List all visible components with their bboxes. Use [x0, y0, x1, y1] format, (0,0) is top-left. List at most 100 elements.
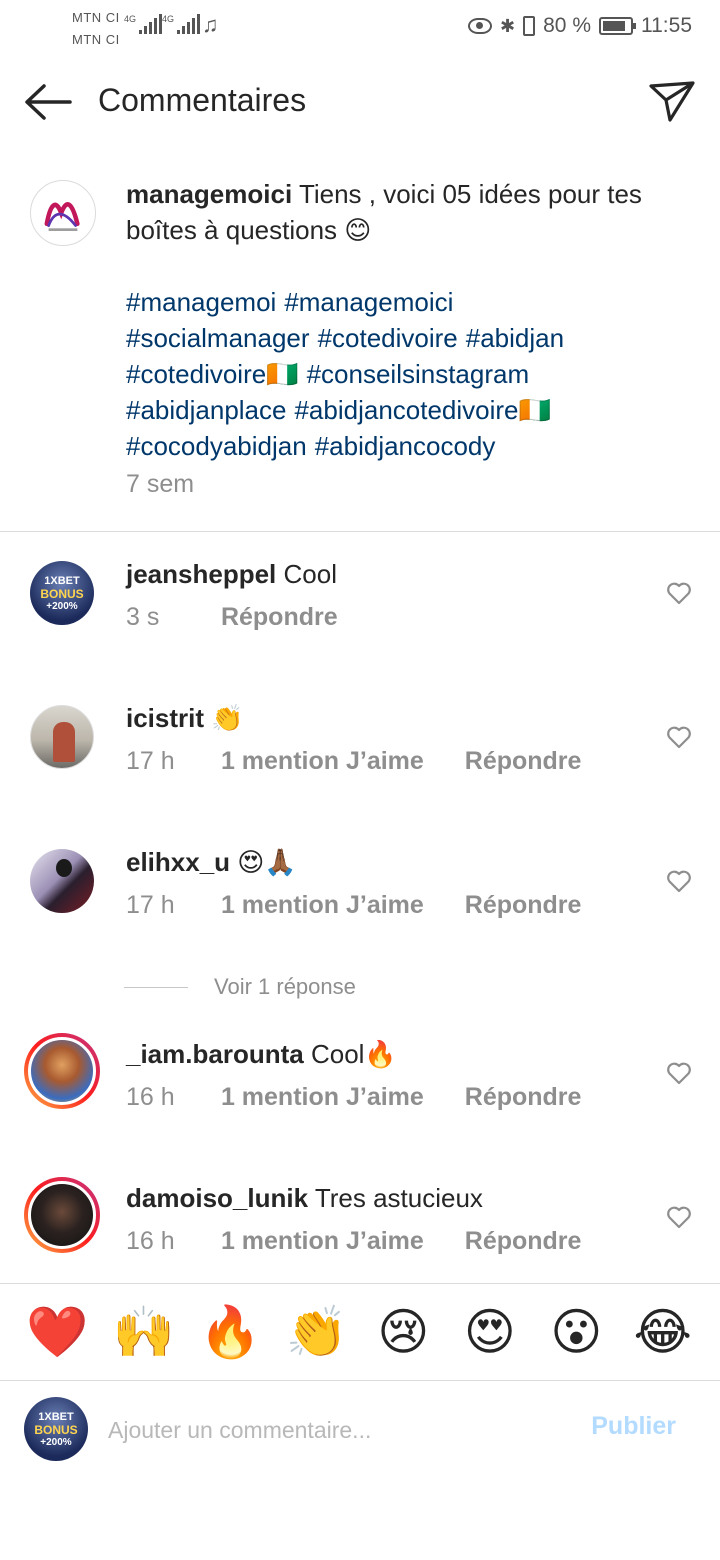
header: Commentaires — [0, 64, 720, 140]
comment-text: 😍🙏🏾 — [237, 847, 297, 877]
hashtag[interactable]: #abidjancocody — [315, 431, 496, 461]
view-replies-label: Voir 1 réponse — [214, 974, 356, 999]
like-heart-icon[interactable] — [666, 581, 692, 605]
avatar-person-image — [56, 859, 72, 877]
comment-text: Cool — [283, 559, 337, 589]
hashtag[interactable]: #conseilsinstagram — [307, 359, 530, 389]
like-heart-icon[interactable] — [666, 1205, 692, 1229]
avatar-promo-image: 1XBET — [44, 574, 80, 587]
hashtag[interactable]: #managemoi — [126, 287, 276, 317]
avatar: 1XBET BONUS +200% — [24, 1397, 88, 1461]
carrier-2: MTN CI — [72, 32, 120, 47]
hashtag[interactable]: #managemoici — [284, 287, 453, 317]
status-bar: MTN CI MTN CI 4G 4G ♫ ✱ 80 % 11:55 — [0, 0, 720, 56]
reply-button[interactable]: Répondre — [465, 747, 582, 775]
comment-username[interactable]: icistrit — [126, 703, 204, 733]
comment-text: Tres astucieux — [314, 1183, 483, 1213]
comment-meta: 16 h 1 mention J’aime Répondre — [126, 1083, 581, 1112]
reply-button[interactable]: Répondre — [465, 1227, 582, 1255]
comment-text: 👏 — [211, 703, 244, 733]
avatar[interactable] — [30, 180, 96, 246]
avatar[interactable] — [30, 705, 94, 769]
fire-emoji-button[interactable]: 🔥 — [198, 1307, 262, 1357]
hashtag[interactable]: #cocodyabidjan — [126, 431, 307, 461]
music-note-icon: ♫ — [202, 12, 219, 37]
likes-count[interactable]: 1 mention J’aime — [221, 891, 424, 919]
comment-timestamp: 17 h — [126, 747, 175, 775]
likes-count[interactable]: 1 mention J’aime — [221, 1227, 424, 1255]
battery-icon — [599, 17, 636, 35]
comment-meta: 3 s Répondre — [126, 603, 338, 632]
avatar[interactable] — [30, 849, 94, 913]
hashtag[interactable]: #cotedivoire — [318, 323, 458, 353]
surprised-emoji-button[interactable]: 😮 — [544, 1307, 608, 1357]
comment-meta: 17 h 1 mention J’aime Répondre — [126, 747, 581, 776]
avatar-story-ring[interactable] — [24, 1033, 100, 1109]
reply-button[interactable]: Répondre — [221, 603, 338, 631]
like-heart-icon[interactable] — [666, 869, 692, 893]
reply-button[interactable]: Répondre — [465, 891, 582, 919]
comment-timestamp: 16 h — [126, 1083, 175, 1111]
heart-emoji-button[interactable]: ❤️ — [25, 1307, 89, 1357]
heart-eyes-emoji-button[interactable]: 😍 — [458, 1307, 522, 1357]
bluetooth-icon: ✱ — [500, 15, 516, 36]
comment-item: _iam.barounta Cool🔥 16 h 1 mention J’aim… — [0, 1033, 720, 1151]
likes-count[interactable]: 1 mention J’aime — [221, 747, 424, 775]
managemoici-logo-icon — [44, 202, 80, 231]
comment-text: Cool🔥 — [310, 1039, 397, 1069]
battery-percent: 80 % — [543, 14, 591, 37]
comment-item: 1XBET BONUS +200% jeansheppel Cool 3 s R… — [0, 559, 720, 671]
clock: 11:55 — [641, 14, 692, 37]
like-heart-icon[interactable] — [666, 725, 692, 749]
view-replies-button[interactable]: Voir 1 réponse — [124, 972, 356, 1002]
comment-text-line: damoiso_lunik Tres astucieux — [126, 1183, 483, 1214]
comment-input[interactable] — [108, 1410, 558, 1450]
comment-text-line: _iam.barounta Cool🔥 — [126, 1039, 397, 1070]
crying-emoji-button[interactable]: 😢 — [371, 1307, 435, 1357]
carrier-1: MTN CI — [72, 10, 120, 25]
like-heart-icon[interactable] — [666, 1061, 692, 1085]
laughing-emoji-button[interactable]: 😂 — [631, 1307, 695, 1357]
comment-username[interactable]: damoiso_lunik — [126, 1183, 308, 1213]
comment-username[interactable]: jeansheppel — [126, 559, 276, 589]
comment-item: damoiso_lunik Tres astucieux 16 h 1 ment… — [0, 1177, 720, 1295]
back-arrow-icon[interactable] — [22, 82, 74, 122]
hashtag[interactable]: #cotedivoire🇨🇮 — [126, 359, 299, 389]
hashtag[interactable]: #abidjan — [466, 323, 564, 353]
reply-button[interactable]: Répondre — [465, 1083, 582, 1111]
caption-username[interactable]: managemoici — [126, 179, 292, 209]
comment-username[interactable]: _iam.barounta — [126, 1039, 304, 1069]
comment-text-line: jeansheppel Cool — [126, 559, 337, 590]
comment-username[interactable]: elihxx_u — [126, 847, 230, 877]
comment-timestamp: 3 s — [126, 603, 160, 631]
hashtag[interactable]: #abidjancotedivoire🇨🇮 — [294, 395, 550, 425]
caption-timestamp: 7 sem — [126, 470, 195, 498]
eye-icon — [468, 18, 493, 34]
raising-hands-emoji-button[interactable]: 🙌 — [112, 1307, 176, 1357]
signal-icon-2: 4G — [162, 14, 201, 34]
comment-timestamp: 17 h — [126, 891, 175, 919]
comment-item: elihxx_u 😍🙏🏾 17 h 1 mention J’aime Répon… — [0, 847, 720, 959]
likes-count[interactable]: 1 mention J’aime — [221, 1083, 424, 1111]
emoji-quick-bar: ❤️ 🙌 🔥 👏 😢 😍 😮 😂 — [0, 1283, 720, 1381]
avatar[interactable]: 1XBET BONUS +200% — [30, 561, 94, 625]
comment-timestamp: 16 h — [126, 1227, 175, 1255]
hashtag[interactable]: #socialmanager — [126, 323, 310, 353]
view-replies-divider — [124, 986, 188, 988]
avatar — [28, 1181, 96, 1249]
comment-text-line: elihxx_u 😍🙏🏾 — [126, 847, 297, 878]
clapping-emoji-button[interactable]: 👏 — [285, 1307, 349, 1357]
comment-meta: 17 h 1 mention J’aime Répondre — [126, 891, 581, 920]
comment-input-bar: 1XBET BONUS +200% Publier — [0, 1382, 720, 1478]
avatar-promo-image: 1XBET — [38, 1410, 74, 1423]
signal-icon-1: 4G — [124, 14, 163, 34]
post-caption: managemoici Tiens , voici 05 idées pour … — [0, 170, 720, 532]
avatar-story-ring[interactable] — [24, 1177, 100, 1253]
comment-text-line: icistrit 👏 — [126, 703, 244, 734]
hashtag[interactable]: #abidjanplace — [126, 395, 286, 425]
publish-button[interactable]: Publier — [591, 1412, 676, 1441]
comment-meta: 16 h 1 mention J’aime Répondre — [126, 1227, 581, 1256]
caption-text-block: managemoici Tiens , voici 05 idées pour … — [126, 176, 686, 464]
send-icon[interactable] — [648, 78, 696, 124]
avatar — [28, 1037, 96, 1105]
